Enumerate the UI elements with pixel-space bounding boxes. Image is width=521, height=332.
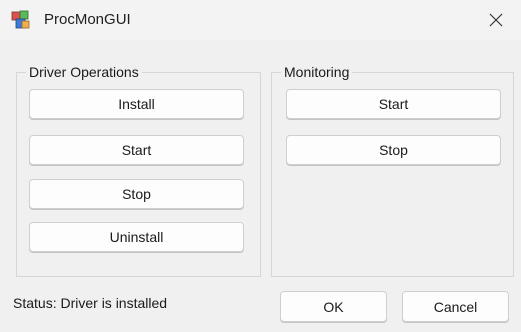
ok-button[interactable]: OK — [280, 291, 387, 322]
monitoring-start-button[interactable]: Start — [286, 89, 501, 119]
app-cubes-icon — [11, 10, 31, 30]
close-icon — [489, 13, 503, 27]
driver-operations-label: Driver Operations — [26, 64, 142, 80]
status-text: Status: Driver is installed — [13, 295, 168, 311]
title-bar: ProcMonGUI — [0, 0, 521, 40]
driver-stop-button[interactable]: Stop — [29, 179, 244, 209]
close-button[interactable] — [475, 3, 517, 37]
window-title: ProcMonGUI — [44, 11, 131, 28]
monitoring-label: Monitoring — [281, 64, 353, 80]
driver-start-button[interactable]: Start — [29, 135, 244, 165]
cancel-button[interactable]: Cancel — [402, 291, 509, 322]
monitoring-stop-button[interactable]: Stop — [286, 135, 501, 165]
driver-uninstall-button[interactable]: Uninstall — [29, 222, 244, 252]
driver-install-button[interactable]: Install — [29, 89, 244, 119]
